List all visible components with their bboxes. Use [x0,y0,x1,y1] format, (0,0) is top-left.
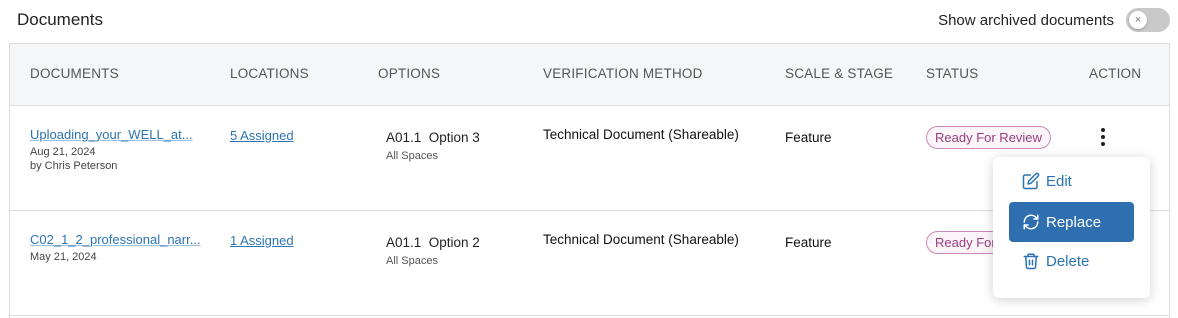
status-badge: Ready For Review [926,126,1051,149]
column-header-locations: LOCATIONS [230,66,309,81]
action-menu: Edit Replace Delete [993,157,1150,298]
toggle-off-icon: × [1129,11,1147,29]
refresh-icon [1023,214,1039,230]
status-cell: Ready For Review [926,126,1051,149]
locations-cell: 1 Assigned [230,232,294,250]
page-title: Documents [17,10,103,29]
options-cell: A01.1 Option 2 All Spaces [386,235,480,267]
column-header-documents: DOCUMENTS [30,66,119,81]
edit-menu-item[interactable]: Edit [1009,161,1134,201]
column-header-verification-method: VERIFICATION METHOD [543,66,703,81]
option-scope: All Spaces [386,255,438,267]
column-header-action: ACTION [1089,66,1142,81]
delete-menu-item[interactable]: Delete [1009,241,1134,281]
column-header-options: OPTIONS [378,66,441,81]
option-label: A01.1 Option 3 [386,130,480,145]
document-link[interactable]: C02_1_2_professional_narr... [30,232,201,247]
column-header-scale-stage: SCALE & STAGE [785,66,894,81]
document-cell: C02_1_2_professional_narr... May 21, 202… [30,232,201,264]
verification-method: Technical Document (Shareable) [543,127,739,142]
option-label: A01.1 Option 2 [386,235,480,250]
show-archived-control: Show archived documents × [938,8,1170,32]
options-cell: A01.1 Option 3 All Spaces [386,130,480,162]
replace-label: Replace [1046,213,1102,231]
pencil-square-icon [1022,172,1040,190]
verification-method: Technical Document (Shareable) [543,232,739,247]
scale-stage: Feature [785,235,832,250]
kebab-menu-icon[interactable] [1093,125,1113,149]
locations-assigned-link[interactable]: 1 Assigned [230,233,294,248]
show-archived-toggle[interactable]: × [1126,8,1170,32]
document-cell: Uploading_your_WELL_at... Aug 21, 2024 b… [30,127,193,174]
replace-menu-item[interactable]: Replace [1009,202,1134,242]
document-uploader: by Chris Peterson [30,160,118,173]
trash-icon [1023,253,1039,270]
show-archived-label: Show archived documents [938,11,1114,29]
option-scope: All Spaces [386,150,438,162]
table-header: DOCUMENTS LOCATIONS OPTIONS VERIFICATION… [10,44,1169,106]
edit-label: Edit [1046,172,1072,190]
document-date: Aug 21, 2024 [30,146,96,158]
delete-label: Delete [1046,252,1090,270]
locations-cell: 5 Assigned [230,127,294,145]
document-link[interactable]: Uploading_your_WELL_at... [30,127,193,142]
document-date: May 21, 2024 [30,251,97,263]
column-header-status: STATUS [926,66,979,81]
scale-stage: Feature [785,130,832,145]
locations-assigned-link[interactable]: 5 Assigned [230,128,294,143]
